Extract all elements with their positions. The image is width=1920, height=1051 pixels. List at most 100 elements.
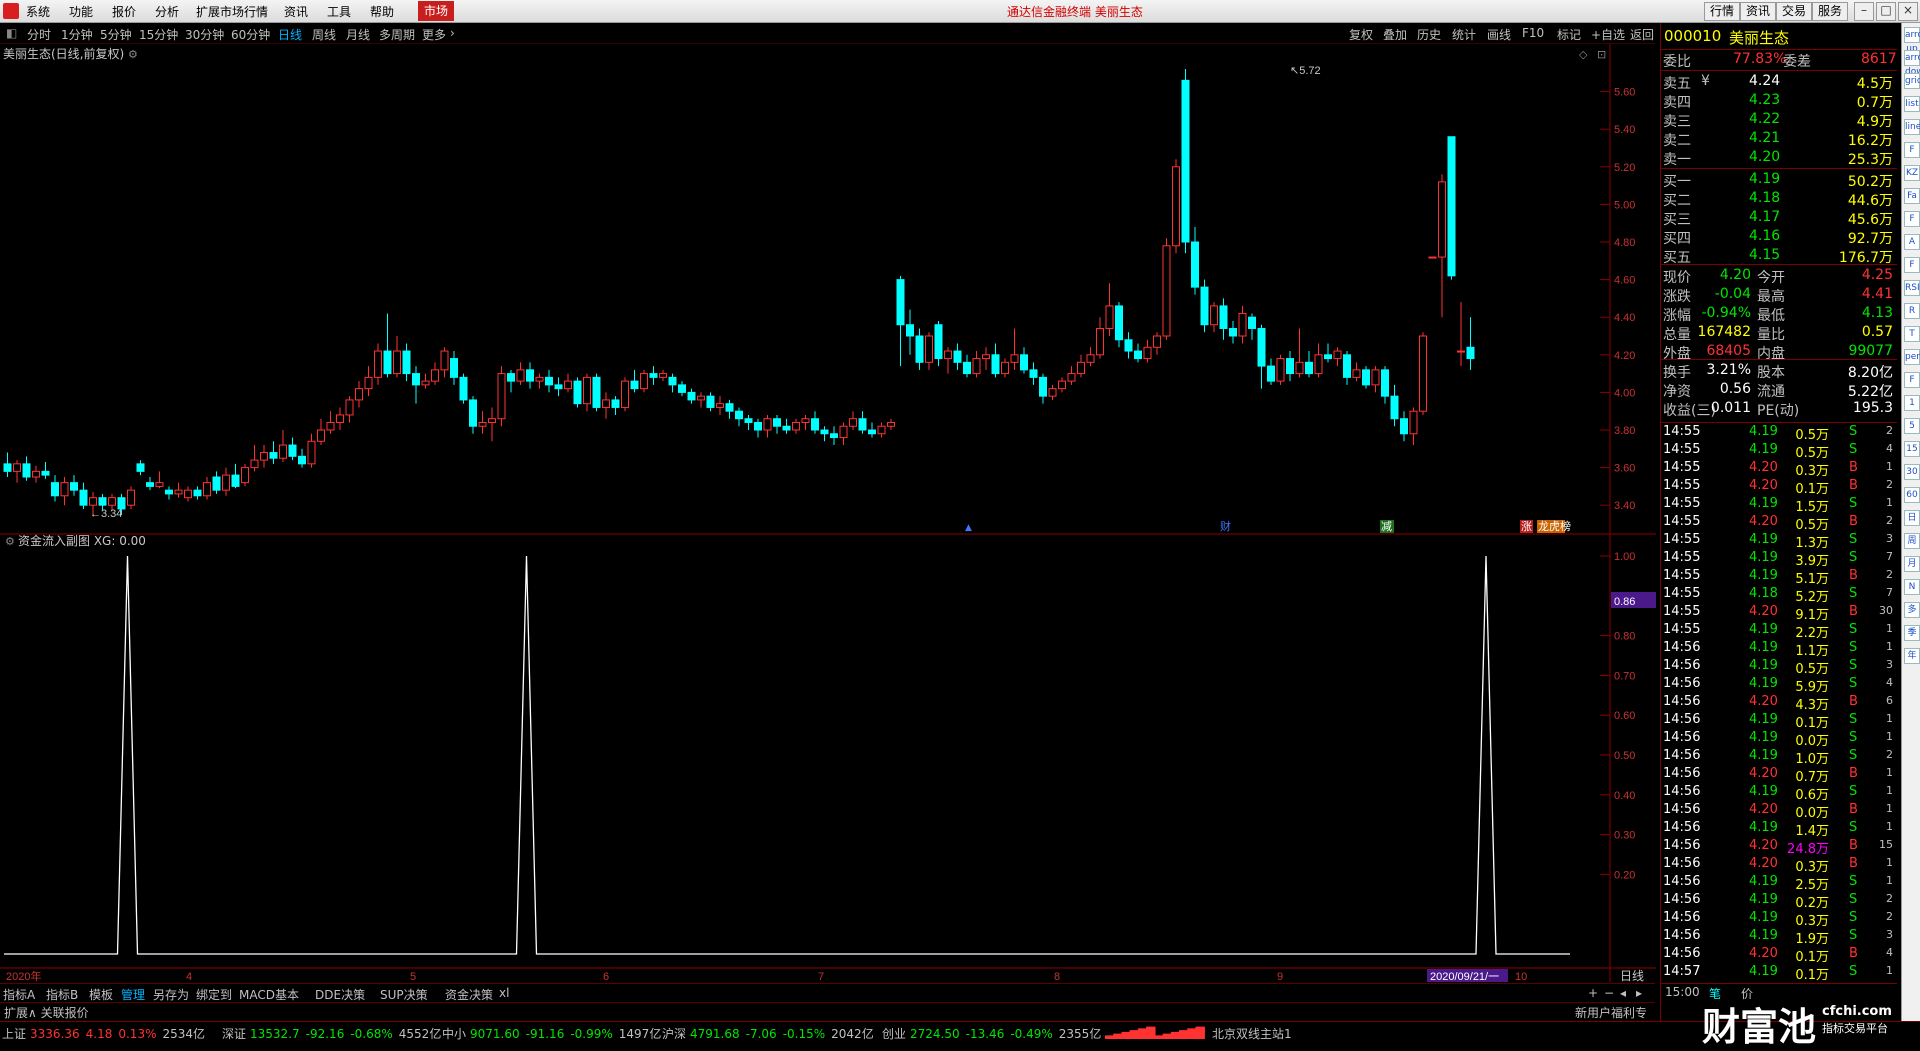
candle-body [212, 476, 221, 491]
event-marker-icon[interactable]: ▲ [965, 523, 972, 533]
toolbar-F-icon[interactable]: F [1904, 372, 1920, 388]
toolbar-F-icon[interactable]: F [1904, 257, 1920, 273]
tool-back[interactable]: 返回 [1630, 26, 1654, 43]
zoom-icon[interactable]: ⊡ [1597, 48, 1606, 61]
chart-settings-icon[interactable]: ⚙ [128, 48, 138, 61]
event-limit[interactable]: 涨 [1521, 520, 1532, 533]
tab-5min[interactable]: 5分钟 [100, 26, 132, 43]
tool-adjust[interactable]: 复权 [1349, 26, 1373, 43]
chart-nav-icon[interactable]: ◂ [1620, 986, 1626, 1000]
index-ticker[interactable]: 中小 9071.60 -91.16 -0.99% 1497亿 [442, 1025, 661, 1042]
toolbar-line-icon[interactable]: line [1904, 119, 1920, 135]
toolbar-周-icon[interactable]: 周 [1904, 533, 1920, 549]
tool-f10[interactable]: F10 [1522, 26, 1544, 40]
toolbar-年-icon[interactable]: 年 [1904, 648, 1920, 664]
tab-monthly[interactable]: 月线 [346, 26, 370, 43]
chart-nav-icon[interactable]: − [1604, 986, 1614, 1000]
index-ticker[interactable]: 创业 2724.50 -13.46 -0.49% 2355亿 [882, 1025, 1101, 1042]
toolbar-list-icon[interactable]: list [1904, 96, 1920, 112]
menu-news[interactable]: 资讯 [284, 3, 308, 20]
tab-30min[interactable]: 30分钟 [185, 26, 224, 43]
close-icon[interactable]: × [1898, 2, 1918, 21]
toolbar-月-icon[interactable]: 月 [1904, 556, 1920, 572]
top-trade-button[interactable]: 交易 [1776, 2, 1813, 21]
maximize-icon[interactable]: □ [1876, 2, 1896, 21]
toolbar-R-icon[interactable]: R [1904, 303, 1920, 319]
tab-multi[interactable]: 多周期 [379, 26, 415, 43]
tab-1min[interactable]: 1分钟 [61, 26, 93, 43]
index-ticker[interactable]: 上证 3336.36 4.18 0.13% 2534亿 [2, 1025, 205, 1042]
tool-mark[interactable]: 标记 [1557, 26, 1581, 43]
toolbar-1-icon[interactable]: 1 [1904, 395, 1920, 411]
tool-history[interactable]: 历史 [1417, 26, 1441, 43]
toolbar-RSI-icon[interactable]: RSI [1904, 280, 1920, 296]
tab-more[interactable]: 更多 [422, 26, 446, 43]
toolbar-N-icon[interactable]: N [1904, 579, 1920, 595]
tab-intraday[interactable]: 分时 [27, 26, 51, 43]
sidebar-toggle-icon[interactable]: ◧ [6, 26, 17, 40]
tool-overlay[interactable]: 叠加 [1383, 26, 1407, 43]
tool-add-watchlist[interactable]: +自选 [1591, 26, 1625, 43]
tab-weekly[interactable]: 周线 [312, 26, 336, 43]
event-dragon-tiger[interactable]: 龙虎榜 [1538, 519, 1571, 533]
menu-quote[interactable]: 报价 [112, 3, 136, 20]
indicator-tab[interactable]: DDE决策 [315, 986, 365, 1003]
toolbar-F-icon[interactable]: F [1904, 211, 1920, 227]
toolbar-多-icon[interactable]: 多 [1904, 602, 1920, 618]
chart-nav-icon[interactable]: + [1588, 986, 1598, 1000]
indicator-tab[interactable]: 管理 [121, 986, 145, 1003]
tool-draw[interactable]: 画线 [1487, 26, 1511, 43]
toolbar-季-icon[interactable]: 季 [1904, 625, 1920, 641]
subchart-settings-icon[interactable]: ⚙ [5, 535, 15, 548]
tool-stats[interactable]: 统计 [1452, 26, 1476, 43]
chart-nav-icon[interactable]: ▸ [1636, 986, 1642, 1000]
chevron-right-icon[interactable]: › [450, 26, 455, 40]
menu-analysis[interactable]: 分析 [155, 3, 179, 20]
tab-15min[interactable]: 15分钟 [139, 26, 178, 43]
toolbar-F-icon[interactable]: F [1904, 142, 1920, 158]
ext-link[interactable]: 扩展∧ 关联报价 [4, 1004, 89, 1021]
menu-tools[interactable]: 工具 [327, 3, 351, 20]
indicator-tab[interactable]: MACD基本 [239, 986, 299, 1003]
top-news-button[interactable]: 资讯 [1740, 2, 1777, 21]
event-reduce[interactable]: 减 [1381, 520, 1392, 533]
toolbar-grid-icon[interactable]: grid [1904, 73, 1920, 89]
candle-body [1181, 79, 1190, 243]
toolbar-Fa-icon[interactable]: Fa [1904, 188, 1920, 204]
top-service-button[interactable]: 服务 [1812, 2, 1849, 21]
minimize-icon[interactable]: – [1854, 2, 1874, 21]
toolbar-60-icon[interactable]: 60 [1904, 487, 1920, 503]
toolbar-arrow-up-icon[interactable]: arrow-up [1904, 27, 1920, 54]
index-ticker[interactable]: 沪深 4791.68 -7.06 -0.15% 2042亿 [662, 1025, 874, 1042]
diamond-icon[interactable]: ◇ [1579, 48, 1588, 61]
toolbar-pencil-icon[interactable]: pencil [1904, 349, 1920, 365]
server-name[interactable]: 北京双线主站1 [1212, 1025, 1292, 1042]
toolbar-5-icon[interactable]: 5 [1904, 418, 1920, 434]
toolbar-日-icon[interactable]: 日 [1904, 510, 1920, 526]
menu-market[interactable]: 市场 [418, 1, 455, 21]
indicator-tab[interactable]: xl [499, 986, 509, 1000]
indicator-tab[interactable]: 绑定到 [196, 986, 232, 1003]
menu-function[interactable]: 功能 [69, 3, 93, 20]
menu-ext-market[interactable]: 扩展市场行情 [196, 3, 268, 20]
indicator-tab[interactable]: 模板 [89, 986, 113, 1003]
menu-system[interactable]: 系统 [26, 3, 50, 20]
indicator-tab[interactable]: 资金决策 [445, 986, 493, 1003]
toolbar-30-icon[interactable]: 30 [1904, 464, 1920, 480]
toolbar-A-icon[interactable]: A [1904, 234, 1920, 250]
indicator-tab[interactable]: 指标A [3, 986, 35, 1003]
top-quote-button[interactable]: 行情 [1704, 2, 1741, 21]
toolbar-KZ-icon[interactable]: KZ [1904, 165, 1920, 181]
index-ticker[interactable]: 深证 13532.7 -92.16 -0.68% 4552亿 [222, 1025, 441, 1042]
menu-help[interactable]: 帮助 [370, 3, 394, 20]
toolbar-arrow-down-icon[interactable]: arrow-down [1904, 50, 1920, 77]
toolbar-T-icon[interactable]: T [1904, 326, 1920, 342]
tab-60min[interactable]: 60分钟 [231, 26, 270, 43]
indicator-tab[interactable]: 指标B [46, 986, 78, 1003]
event-finance[interactable]: 财 [1220, 519, 1231, 533]
indicator-tab[interactable]: SUP决策 [380, 986, 428, 1003]
kline-chart[interactable]: 5.60 5.40 5.20 5.00 4.80 4.60 4.40 4.20 4.00 3.80… [0, 44, 1656, 982]
indicator-tab[interactable]: 另存为 [153, 986, 189, 1003]
tab-daily[interactable]: 日线 [278, 26, 302, 43]
toolbar-15-icon[interactable]: 15 [1904, 441, 1920, 457]
